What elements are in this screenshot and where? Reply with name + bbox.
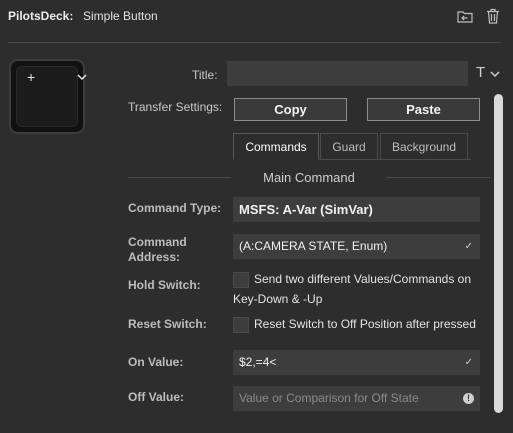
plugin-name: PilotsDeck: bbox=[8, 9, 74, 23]
reset-switch-checkbox[interactable] bbox=[233, 317, 249, 333]
tab-guard[interactable]: Guard bbox=[320, 133, 378, 160]
tab-commands[interactable]: Commands bbox=[233, 133, 319, 160]
tab-background[interactable]: Background bbox=[380, 133, 468, 160]
off-value-input[interactable]: Value or Comparison for Off State ! bbox=[233, 386, 480, 411]
plus-icon[interactable]: + bbox=[27, 70, 35, 84]
on-value-input[interactable]: $2,=4< ✓ bbox=[233, 350, 480, 375]
title-label: Title: bbox=[192, 68, 218, 82]
command-address-value: (A:CAMERA STATE, Enum) bbox=[239, 239, 388, 253]
command-address-label-line2: Address: bbox=[128, 250, 181, 264]
section-title: Main Command bbox=[263, 170, 355, 185]
off-value-label: Off Value: bbox=[128, 390, 185, 404]
header-divider bbox=[8, 42, 501, 43]
scrollbar-thumb[interactable] bbox=[494, 94, 503, 413]
reset-switch-text: Reset Switch to Off Position after press… bbox=[254, 317, 476, 331]
inspector-header: PilotsDeck: Simple Button bbox=[0, 0, 513, 42]
title-chevron-down-icon[interactable] bbox=[490, 70, 500, 78]
title-input[interactable] bbox=[227, 61, 468, 86]
chevron-down-icon[interactable] bbox=[77, 73, 87, 81]
reset-switch-label: Reset Switch: bbox=[128, 317, 207, 331]
section-rule-right bbox=[386, 177, 490, 178]
hold-switch-checkbox[interactable] bbox=[233, 272, 249, 288]
section-rule-left bbox=[128, 177, 231, 178]
hold-switch-label: Hold Switch: bbox=[128, 278, 201, 292]
action-name: Simple Button bbox=[83, 9, 158, 23]
on-value-text: $2,=4< bbox=[239, 355, 277, 369]
key-preview-face: + bbox=[16, 66, 87, 127]
text-format-icon[interactable]: T bbox=[476, 64, 485, 81]
hold-switch-text-line2: Key-Down & -Up bbox=[233, 292, 323, 306]
transfer-settings-label: Transfer Settings: bbox=[128, 100, 223, 114]
command-type-label: Command Type: bbox=[128, 201, 222, 215]
command-type-select[interactable]: MSFS: A-Var (SimVar) bbox=[233, 197, 480, 222]
warning-icon: ! bbox=[463, 393, 474, 404]
checkmark-icon: ✓ bbox=[464, 241, 473, 252]
trash-icon[interactable] bbox=[484, 7, 502, 25]
command-address-label-line1: Command bbox=[128, 235, 187, 249]
hold-switch-text-line1: Send two different Values/Commands on bbox=[254, 272, 472, 286]
paste-button[interactable]: Paste bbox=[367, 98, 480, 121]
back-to-folder-icon[interactable] bbox=[456, 7, 474, 25]
copy-button[interactable]: Copy bbox=[234, 98, 347, 121]
off-value-placeholder: Value or Comparison for Off State bbox=[239, 391, 419, 405]
on-value-label: On Value: bbox=[128, 355, 184, 369]
on-value-checkmark-icon: ✓ bbox=[464, 357, 473, 368]
command-address-input[interactable]: (A:CAMERA STATE, Enum) ✓ bbox=[233, 234, 480, 259]
key-preview[interactable]: + bbox=[9, 59, 87, 134]
